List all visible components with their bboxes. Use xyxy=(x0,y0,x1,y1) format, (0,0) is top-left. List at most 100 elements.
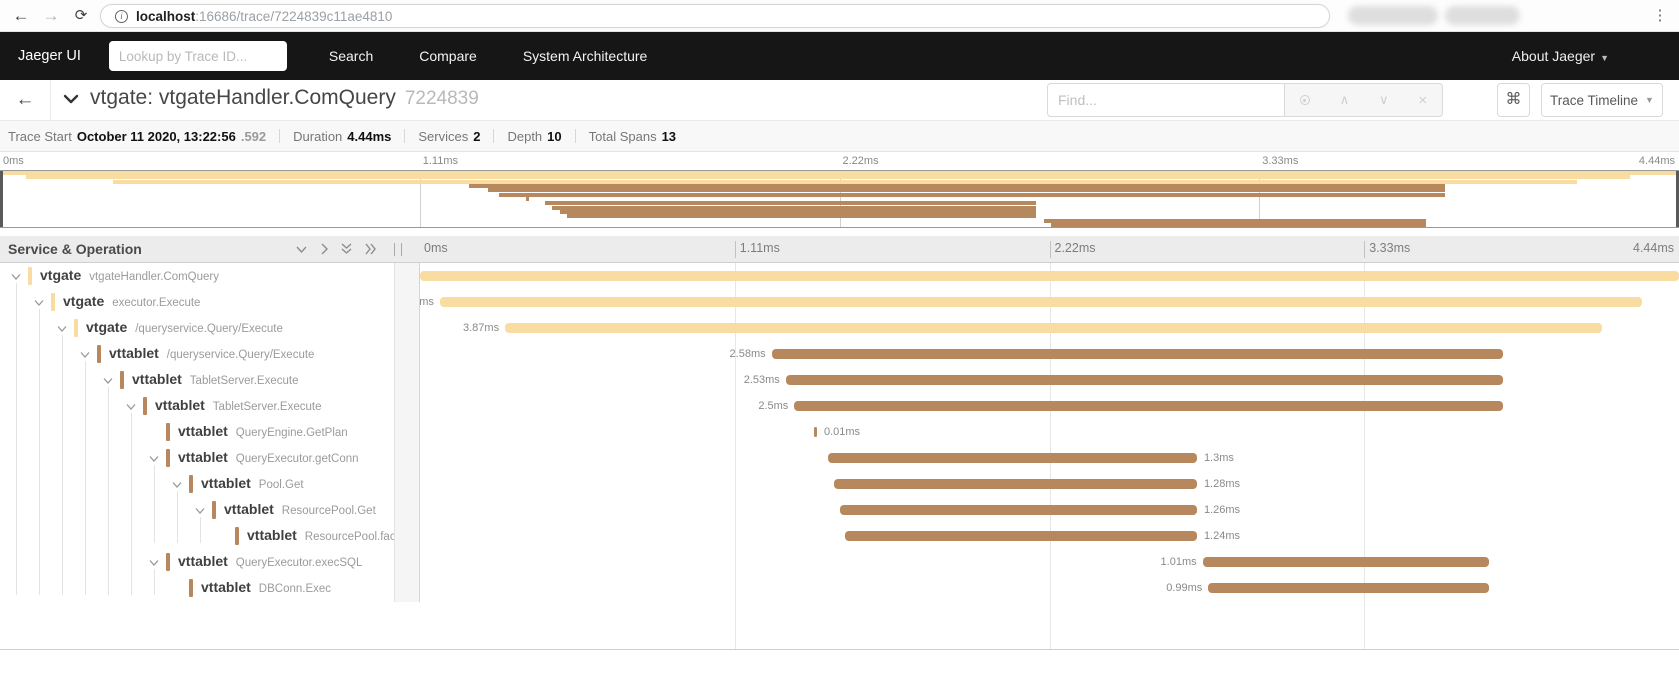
summary-divider xyxy=(279,129,280,143)
jaeger-navbar: Jaeger UI Search Compare System Architec… xyxy=(0,32,1679,80)
browser-reload-button[interactable]: ⟳ xyxy=(68,3,94,29)
span-row[interactable]: vtgateexecutor.Executems xyxy=(0,289,1679,315)
browser-address-bar[interactable]: i localhost:16686/trace/7224839c11ae4810 xyxy=(100,4,1330,28)
column-resizer-handle[interactable] xyxy=(394,243,402,256)
span-row[interactable]: vttabletQueryEngine.GetPlan0.01ms xyxy=(0,419,1679,445)
span-name-cell[interactable]: vttabletDBConn.Exec xyxy=(0,575,394,601)
service-name: vttabletResourcePool.factory xyxy=(247,527,394,543)
span-duration-bar[interactable] xyxy=(440,297,1642,307)
span-name-cell[interactable]: vttabletQueryExecutor.execSQL xyxy=(0,549,394,575)
operation-name: executor.Execute xyxy=(112,297,200,309)
find-input[interactable] xyxy=(1047,83,1285,117)
span-row[interactable]: vtgate/queryservice.Query/Execute3.87ms xyxy=(0,315,1679,341)
collapse-trace-chevron-icon[interactable] xyxy=(60,86,82,112)
service-color-chip xyxy=(97,345,101,363)
span-row[interactable]: vttabletDBConn.Exec0.99ms xyxy=(0,575,1679,601)
span-duration-bar[interactable] xyxy=(840,505,1197,515)
service-operation-header: Service & Operation xyxy=(8,241,142,257)
span-row[interactable]: vttabletResourcePool.Get1.26ms xyxy=(0,497,1679,523)
timeline-ruler: 0ms1.11ms2.22ms3.33ms4.44ms xyxy=(420,236,1679,262)
span-row[interactable]: vttabletTabletServer.Execute2.5ms xyxy=(0,393,1679,419)
operation-name: Pool.Get xyxy=(259,479,304,491)
jaeger-logo[interactable]: Jaeger UI xyxy=(18,48,81,64)
span-toggle-chevron-icon[interactable] xyxy=(194,505,206,516)
span-name-cell[interactable]: vtgatevtgateHandler.ComQuery xyxy=(0,263,394,289)
trace-header: ← vtgate: vtgateHandler.ComQuery7224839 … xyxy=(0,80,1679,121)
next-match-icon[interactable]: ∨ xyxy=(1379,92,1389,108)
span-duration-label: 1.24ms xyxy=(1204,530,1240,542)
minimap-left-handle[interactable] xyxy=(0,171,3,227)
focus-match-icon[interactable] xyxy=(1300,95,1310,105)
prev-match-icon[interactable]: ∧ xyxy=(1340,92,1350,108)
nav-item-compare[interactable]: Compare xyxy=(419,48,477,64)
keyboard-shortcuts-button[interactable]: ⌘ xyxy=(1497,83,1530,117)
span-duration-bar[interactable] xyxy=(828,453,1197,463)
span-toggle-chevron-icon[interactable] xyxy=(10,271,22,282)
span-duration-bar[interactable] xyxy=(772,349,1504,359)
clear-find-icon[interactable]: × xyxy=(1418,92,1427,109)
about-jaeger-menu[interactable]: About Jaeger▼ xyxy=(1512,48,1609,64)
span-duration-bar[interactable] xyxy=(794,401,1503,411)
find-controls: ∧ ∨ × xyxy=(1285,83,1443,117)
nav-item-system-architecture[interactable]: System Architecture xyxy=(523,48,648,64)
service-name: vttabletQueryExecutor.getConn xyxy=(178,449,359,465)
span-bar-cell: 1.24ms xyxy=(420,523,1679,549)
browser-forward-button[interactable]: → xyxy=(38,3,64,29)
span-row[interactable]: vtgatevtgateHandler.ComQuery xyxy=(0,263,1679,289)
span-duration-bar[interactable] xyxy=(505,323,1602,333)
operation-name: /queryservice.Query/Execute xyxy=(135,323,283,335)
span-duration-bar[interactable] xyxy=(1203,557,1489,567)
span-toggle-chevron-icon[interactable] xyxy=(56,323,68,334)
span-name-cell[interactable]: vtgateexecutor.Execute xyxy=(0,289,394,315)
summary-divider xyxy=(404,129,405,143)
collapse-all-icon[interactable] xyxy=(340,242,353,256)
span-row[interactable]: vttabletResourcePool.factory 1.24ms xyxy=(0,523,1679,549)
collapse-one-icon[interactable] xyxy=(295,242,308,256)
jaeger-trace-page: ← → ⟳ i localhost:16686/trace/7224839c11… xyxy=(0,0,1679,676)
span-name-cell[interactable]: vtgate/queryservice.Query/Execute xyxy=(0,315,394,341)
span-duration-bar[interactable] xyxy=(1208,583,1489,593)
span-toggle-chevron-icon[interactable] xyxy=(33,297,45,308)
trace-minimap[interactable] xyxy=(0,170,1679,228)
trace-id-lookup-input[interactable] xyxy=(109,41,287,71)
span-toggle-chevron-icon[interactable] xyxy=(148,453,160,464)
timeline-grid-header: Service & Operation 0ms1.11ms2.22ms3.33m… xyxy=(0,236,1679,263)
nav-item-search[interactable]: Search xyxy=(329,48,373,64)
span-duration-bar[interactable] xyxy=(420,271,1679,281)
span-bar-cell: 1.28ms xyxy=(420,471,1679,497)
span-duration-bar[interactable] xyxy=(814,427,817,437)
span-toggle-chevron-icon[interactable] xyxy=(79,349,91,360)
span-duration-bar[interactable] xyxy=(834,479,1197,489)
span-toggle-chevron-icon[interactable] xyxy=(148,557,160,568)
span-name-cell[interactable]: vttabletTabletServer.Execute xyxy=(0,367,394,393)
span-duration-bar[interactable] xyxy=(845,531,1197,541)
span-row[interactable]: vttablet/queryservice.Query/Execute2.58m… xyxy=(0,341,1679,367)
span-row[interactable]: vttabletPool.Get 1.28ms xyxy=(0,471,1679,497)
span-name-cell[interactable]: vttablet/queryservice.Query/Execute xyxy=(0,341,394,367)
summary-item: Total Spans13 xyxy=(589,129,676,144)
expand-one-icon[interactable] xyxy=(319,242,329,256)
page-info-icon[interactable]: i xyxy=(115,10,128,23)
span-row[interactable]: vttabletTabletServer.Execute2.53ms xyxy=(0,367,1679,393)
service-name: vttablet/queryservice.Query/Execute xyxy=(109,345,314,361)
browser-back-button[interactable]: ← xyxy=(8,3,34,29)
summary-item: Duration4.44ms xyxy=(293,129,391,144)
span-name-cell[interactable]: vttabletQueryEngine.GetPlan xyxy=(0,419,394,445)
back-button[interactable]: ← xyxy=(0,80,51,120)
operation-name: TabletServer.Execute xyxy=(213,401,322,413)
span-row[interactable]: vttabletQueryExecutor.execSQL1.01ms xyxy=(0,549,1679,575)
trace-view-selector[interactable]: Trace Timeline▼ xyxy=(1541,83,1663,117)
span-row[interactable]: vttabletQueryExecutor.getConn1.3ms xyxy=(0,445,1679,471)
browser-menu-icon[interactable]: ⋮ xyxy=(1649,4,1671,28)
span-name-cell[interactable]: vttabletResourcePool.factory xyxy=(0,523,394,549)
span-toggle-chevron-icon[interactable] xyxy=(171,479,183,490)
span-toggle-chevron-icon[interactable] xyxy=(125,401,137,412)
span-name-cell[interactable]: vttabletQueryExecutor.getConn xyxy=(0,445,394,471)
span-name-cell[interactable]: vttabletResourcePool.Get xyxy=(0,497,394,523)
span-duration-bar[interactable] xyxy=(786,375,1503,385)
span-name-cell[interactable]: vttabletPool.Get xyxy=(0,471,394,497)
blurred-profile-area xyxy=(1445,6,1520,25)
expand-all-icon[interactable] xyxy=(364,242,378,256)
span-name-cell[interactable]: vttabletTabletServer.Execute xyxy=(0,393,394,419)
span-toggle-chevron-icon[interactable] xyxy=(102,375,114,386)
